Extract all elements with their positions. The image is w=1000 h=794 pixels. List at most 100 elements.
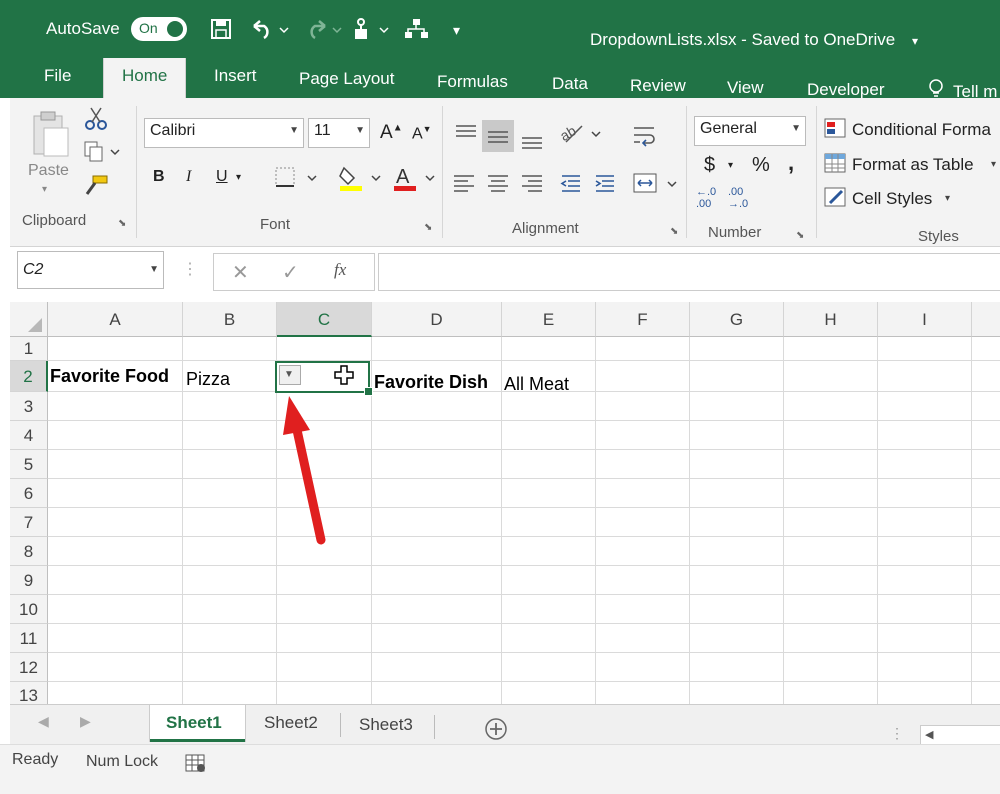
tab-review[interactable]: Review <box>630 76 686 96</box>
column-header-g[interactable]: G <box>690 302 784 337</box>
shrink-font-icon[interactable]: A▼ <box>412 124 432 143</box>
comma-button[interactable]: , <box>788 150 794 176</box>
row-header-3[interactable]: 3 <box>10 392 48 421</box>
wrap-text-icon[interactable] <box>632 124 662 154</box>
row-header-1[interactable]: 1 <box>10 337 48 361</box>
copy-icon[interactable] <box>83 140 123 164</box>
row-header-9[interactable]: 9 <box>10 566 48 595</box>
row-header-8[interactable]: 8 <box>10 537 48 566</box>
italic-button[interactable]: I <box>186 168 191 186</box>
font-color-icon[interactable]: A <box>392 164 438 192</box>
insert-function-button[interactable]: fx <box>334 260 346 280</box>
paste-dropdown-icon[interactable]: ▾ <box>42 184 47 195</box>
cell-b2[interactable]: Pizza <box>186 369 230 390</box>
sheet-tab-sheet3[interactable]: Sheet3 <box>359 715 413 735</box>
name-box[interactable]: C2 ▼ <box>17 251 164 289</box>
alignment-launcher-icon[interactable]: ⬊ <box>670 226 678 237</box>
cell-styles-button[interactable]: Cell Styles ▾ <box>824 187 950 214</box>
column-header-e[interactable]: E <box>502 302 596 337</box>
cell-e2[interactable]: All Meat <box>504 374 569 395</box>
underline-dropdown-icon[interactable]: ▾ <box>236 172 241 183</box>
format-as-table-button[interactable]: Format as Table ▾ <box>824 153 996 180</box>
row-header-2[interactable]: 2 <box>10 361 48 392</box>
row-header-5[interactable]: 5 <box>10 450 48 479</box>
format-painter-icon[interactable] <box>83 174 109 198</box>
grid-line <box>48 478 1000 479</box>
currency-dropdown-icon[interactable]: ▾ <box>728 160 733 171</box>
paste-button[interactable]: Paste ▾ <box>28 110 70 195</box>
tab-view[interactable]: View <box>727 78 764 98</box>
grid-line <box>48 360 1000 361</box>
row-header-7[interactable]: 7 <box>10 508 48 537</box>
grow-font-icon[interactable]: A▲ <box>380 122 403 144</box>
tab-file[interactable]: File <box>44 66 71 86</box>
cut-icon[interactable] <box>83 106 109 132</box>
tab-data[interactable]: Data <box>552 74 588 94</box>
add-sheet-icon[interactable] <box>484 717 508 741</box>
currency-button[interactable]: $ <box>704 154 715 177</box>
tab-developer[interactable]: Developer <box>807 80 885 100</box>
sheet-tab-sheet2[interactable]: Sheet2 <box>264 713 318 733</box>
number-launcher-icon[interactable]: ⬊ <box>796 230 804 241</box>
font-name-combo[interactable]: Calibri ▼ <box>144 118 304 148</box>
active-cell-c2[interactable]: ▼ <box>275 361 373 396</box>
borders-icon[interactable] <box>274 166 320 190</box>
macro-record-icon[interactable] <box>185 753 207 773</box>
scroll-left-icon[interactable]: ◀ <box>925 728 933 741</box>
font-size-combo[interactable]: 11 ▼ <box>308 118 370 148</box>
title-bar: AutoSave On ▾ DropdownLists.xlsx - Saved… <box>0 0 1000 58</box>
percent-button[interactable]: % <box>752 154 770 177</box>
column-header-a[interactable]: A <box>48 302 183 337</box>
row-header-4[interactable]: 4 <box>10 421 48 450</box>
merge-center-icon[interactable] <box>632 172 680 198</box>
column-header-c[interactable]: C <box>277 302 372 337</box>
column-header-d[interactable]: D <box>372 302 502 337</box>
dropdown-list-button[interactable]: ▼ <box>279 365 301 385</box>
lightbulb-icon[interactable] <box>927 78 945 100</box>
row-header-10[interactable]: 10 <box>10 595 48 624</box>
decrease-decimal-button[interactable]: .00 →.0 <box>728 186 752 210</box>
cell-a2[interactable]: Favorite Food <box>50 366 169 387</box>
select-all-button[interactable] <box>10 302 48 337</box>
scroll-right-icon[interactable]: ▶ <box>80 713 91 730</box>
cursor-icon <box>334 365 354 385</box>
row-header-6[interactable]: 6 <box>10 479 48 508</box>
underline-button[interactable]: U <box>216 168 228 186</box>
fill-handle[interactable] <box>364 387 373 396</box>
tab-home[interactable]: Home <box>103 58 187 98</box>
number-format-combo[interactable]: General ▼ <box>694 116 806 146</box>
cell-d2[interactable]: Favorite Dish <box>374 372 488 393</box>
row-header-12[interactable]: 12 <box>10 653 48 682</box>
title-dropdown-icon[interactable]: ▾ <box>912 34 918 48</box>
conditional-formatting-button[interactable]: Conditional Forma <box>824 118 991 145</box>
customize-toolbar-icon[interactable]: ▾ <box>453 22 460 39</box>
undo-icon[interactable] <box>250 18 290 40</box>
column-header-h[interactable]: H <box>784 302 878 337</box>
column-header-b[interactable]: B <box>183 302 277 337</box>
save-icon[interactable] <box>210 18 232 40</box>
clipboard-launcher-icon[interactable]: ⬊ <box>118 218 126 229</box>
formula-input[interactable] <box>378 253 1000 291</box>
column-header-i[interactable]: I <box>878 302 972 337</box>
tab-page-layout[interactable]: Page Layout <box>299 69 394 89</box>
decrease-indent-icon <box>560 175 580 192</box>
chevron-down-icon: ▼ <box>149 264 159 275</box>
increase-decimal-button[interactable]: ←.0 .00 <box>696 186 720 210</box>
scroll-left-icon[interactable]: ◀ <box>38 713 49 730</box>
column-header-f[interactable]: F <box>596 302 690 337</box>
bold-button[interactable]: B <box>153 168 165 186</box>
row-header-13[interactable]: 13 <box>10 682 48 704</box>
fill-color-icon[interactable] <box>338 164 384 192</box>
font-launcher-icon[interactable]: ⬊ <box>424 222 432 233</box>
share-network-icon[interactable] <box>404 18 430 40</box>
orientation-icon[interactable]: ab <box>558 118 604 148</box>
redo-icon[interactable] <box>303 18 343 40</box>
row-header-11[interactable]: 11 <box>10 624 48 653</box>
autosave-toggle[interactable]: On <box>131 17 187 41</box>
touch-mode-icon[interactable] <box>350 16 392 42</box>
sheet-tab-sheet1[interactable]: Sheet1 <box>150 705 245 742</box>
tab-formulas[interactable]: Formulas <box>437 72 508 92</box>
tab-insert[interactable]: Insert <box>214 66 257 86</box>
enter-icon[interactable]: ✓ <box>282 260 299 285</box>
cancel-icon[interactable]: ✕ <box>232 260 249 285</box>
